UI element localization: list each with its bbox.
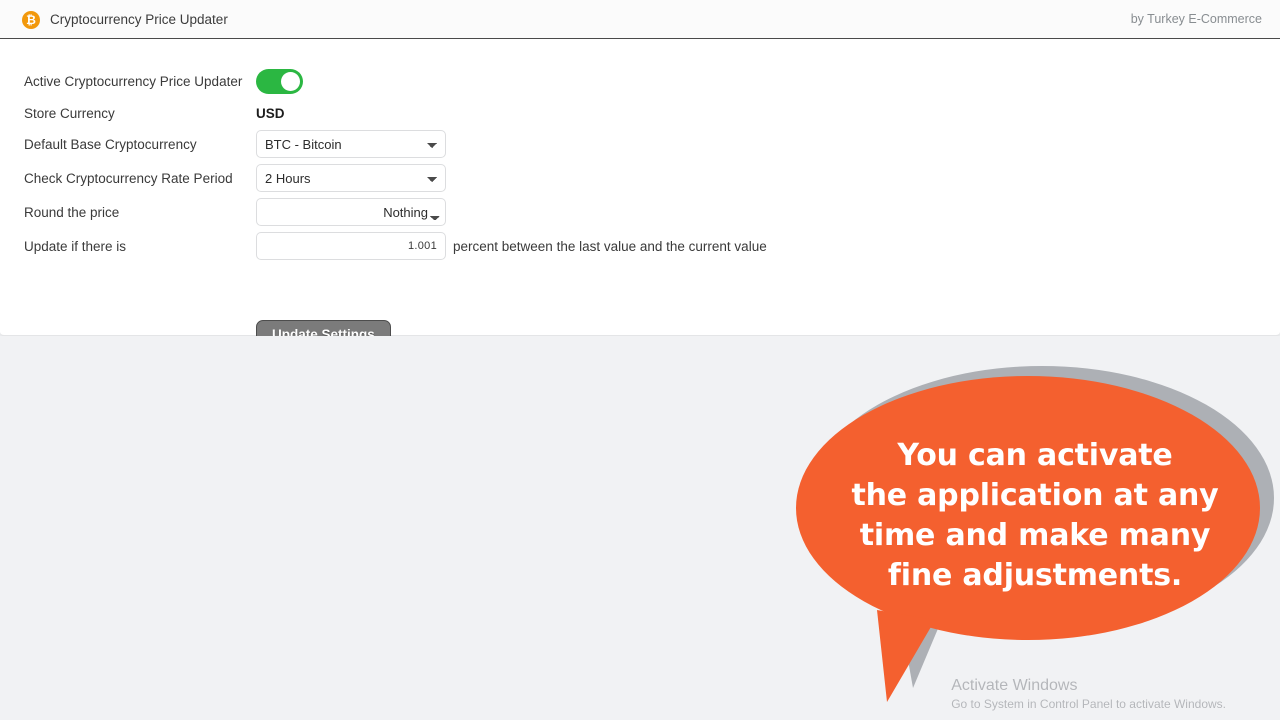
row-store-currency: Store Currency USD: [24, 105, 285, 122]
speech-bubble-text: You can activate the application at any …: [835, 436, 1235, 596]
store-currency-value: USD: [256, 106, 285, 121]
vendor-credit: by Turkey E-Commerce: [1130, 12, 1262, 26]
app-root: ₿ Cryptocurrency Price Updater by Turkey…: [0, 0, 1280, 720]
promo-area: You can activate the application at any …: [0, 336, 1280, 720]
row-rate-period: Check Cryptocurrency Rate Period 2 Hours: [24, 164, 446, 192]
control-update-threshold: percent between the last value and the c…: [256, 232, 767, 260]
round-price-field[interactable]: Nothing: [256, 198, 446, 226]
watermark-subtitle: Go to System in Control Panel to activat…: [951, 697, 1226, 711]
control-rate-period: 2 Hours: [256, 164, 446, 192]
bubble-line-4: fine adjustments.: [887, 558, 1183, 593]
control-active-updater: [256, 69, 303, 94]
watermark-title: Activate Windows: [951, 677, 1078, 694]
row-base-cryptocurrency: Default Base Cryptocurrency BTC - Bitcoi…: [24, 130, 446, 158]
windows-activation-watermark: Activate Windows Go to System in Control…: [951, 676, 1226, 712]
update-threshold-suffix: percent between the last value and the c…: [453, 238, 767, 254]
rate-period-select[interactable]: 2 Hours: [256, 164, 446, 192]
label-update-threshold: Update if there is: [24, 238, 127, 254]
page-title: Cryptocurrency Price Updater: [50, 12, 228, 27]
bubble-line-1: You can activate: [897, 438, 1173, 473]
titlebar-left: ₿ Cryptocurrency Price Updater: [22, 0, 228, 39]
control-round-price: Nothing: [256, 198, 446, 226]
app-titlebar: ₿ Cryptocurrency Price Updater by Turkey…: [0, 0, 1280, 39]
row-round-price: Round the price Nothing: [24, 198, 446, 226]
update-threshold-input[interactable]: [256, 232, 446, 260]
row-active-updater: Active Cryptocurrency Price Updater: [24, 69, 303, 94]
settings-card: ₿ Cryptocurrency Price Updater by Turkey…: [0, 0, 1280, 350]
control-store-currency: USD: [256, 106, 285, 121]
bubble-line-3: time and make many: [859, 518, 1211, 553]
bubble-line-2: the application at any: [851, 478, 1219, 513]
toggle-knob: [281, 72, 300, 91]
base-cryptocurrency-select[interactable]: BTC - Bitcoin: [256, 130, 446, 158]
label-base-cryptocurrency: Default Base Cryptocurrency: [24, 136, 197, 152]
active-updater-toggle[interactable]: [256, 69, 303, 94]
label-store-currency: Store Currency: [24, 106, 115, 121]
label-active-updater: Active Cryptocurrency Price Updater: [24, 74, 243, 89]
bitcoin-icon: ₿: [22, 10, 40, 29]
control-base-cryptocurrency: BTC - Bitcoin: [256, 130, 446, 158]
round-price-select[interactable]: Nothing: [383, 204, 440, 220]
label-round-price: Round the price: [24, 204, 120, 220]
row-update-threshold: Update if there is percent between the l…: [24, 232, 767, 260]
label-rate-period: Check Cryptocurrency Rate Period: [24, 170, 233, 186]
